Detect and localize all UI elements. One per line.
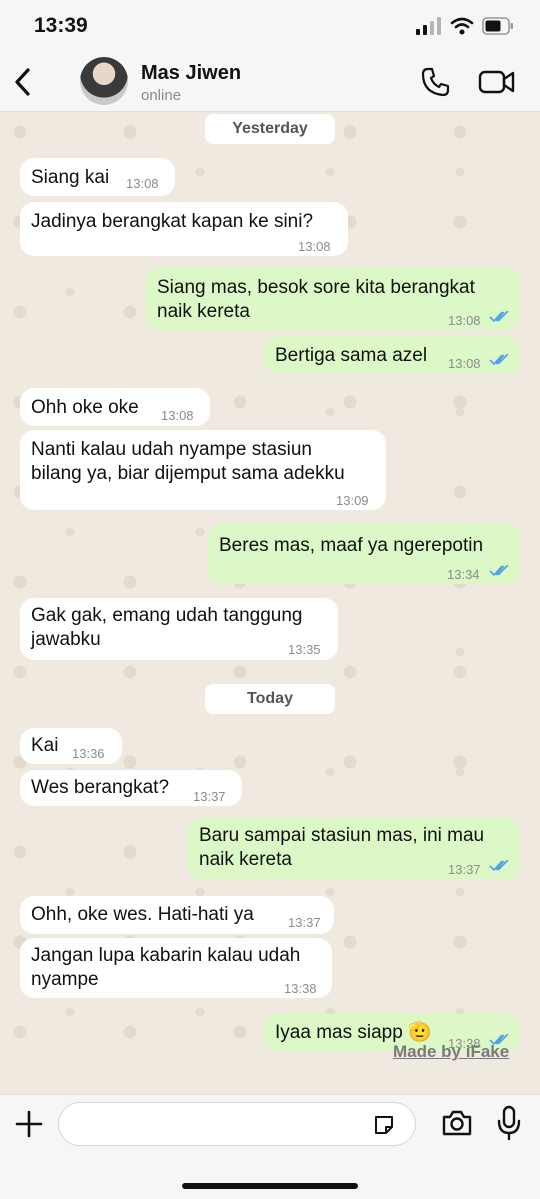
status-time: 13:39 bbox=[34, 14, 88, 37]
message-bubble-in[interactable]: Kai 13:36 bbox=[20, 728, 122, 764]
status-icons bbox=[416, 16, 514, 36]
contact-status: online bbox=[141, 87, 182, 104]
message-text: Gak gak, emang udah tanggung jawabku bbox=[31, 605, 303, 650]
message-bubble-in[interactable]: Ohh, oke wes. Hati-hati ya 13:37 bbox=[20, 896, 334, 934]
message-time: 13:08 bbox=[448, 356, 481, 371]
message-text: Siang mas, besok sore kita berangkat nai… bbox=[157, 277, 475, 322]
message-bubble-out[interactable]: Siang mas, besok sore kita berangkat nai… bbox=[146, 268, 520, 330]
message-text: Bertiga sama azel bbox=[275, 345, 428, 366]
message-time: 13:36 bbox=[72, 746, 105, 761]
avatar[interactable] bbox=[80, 57, 128, 105]
message-bubble-out[interactable]: Bertiga sama azel 13:08 bbox=[264, 336, 520, 374]
message-text: Ohh oke oke bbox=[31, 397, 139, 418]
message-bubble-in[interactable]: Jadinya berangkat kapan ke sini? 13:08 bbox=[20, 202, 348, 256]
message-bubble-in[interactable]: Jangan lupa kabarin kalau udah nyampe 13… bbox=[20, 938, 332, 998]
message-time: 13:08 bbox=[448, 313, 481, 328]
message-time: 13:09 bbox=[336, 493, 369, 508]
message-text: Baru sampai stasiun mas, ini mau naik ke… bbox=[199, 825, 485, 870]
message-time: 13:35 bbox=[288, 642, 321, 657]
message-input[interactable] bbox=[58, 1102, 416, 1146]
date-separator-today: Today bbox=[205, 684, 335, 714]
message-text: Kai bbox=[31, 735, 59, 756]
message-text: Ohh, oke wes. Hati-hati ya bbox=[31, 904, 254, 925]
plus-icon[interactable] bbox=[14, 1109, 44, 1139]
camera-icon[interactable] bbox=[441, 1109, 473, 1137]
message-bubble-in[interactable]: Gak gak, emang udah tanggung jawabku 13:… bbox=[20, 598, 338, 660]
message-text: Jangan lupa kabarin kalau udah nyampe bbox=[31, 945, 301, 990]
message-bubble-out[interactable]: Beres mas, maaf ya ngerepotin 13:34 bbox=[207, 524, 520, 584]
contact-name[interactable]: Mas Jiwen bbox=[141, 62, 241, 85]
signal-icon bbox=[416, 17, 441, 35]
chat-area[interactable]: Yesterday Siang kai 13:08 Jadinya berang… bbox=[0, 112, 540, 1094]
message-text: Siang kai bbox=[31, 167, 110, 188]
read-receipt-icon bbox=[489, 311, 509, 323]
message-time: 13:37 bbox=[288, 915, 321, 930]
message-text: Jadinya berangkat kapan ke sini? bbox=[31, 211, 314, 232]
message-time: 13:08 bbox=[161, 408, 194, 423]
message-time: 13:08 bbox=[126, 176, 159, 191]
chat-header: Mas Jiwen online bbox=[0, 54, 540, 112]
back-chevron-icon[interactable] bbox=[10, 66, 36, 98]
date-separator-yesterday: Yesterday bbox=[205, 114, 335, 144]
wifi-icon bbox=[450, 17, 474, 35]
message-text: Nanti kalau udah nyampe stasiun bilang y… bbox=[31, 439, 345, 484]
watermark: Made by iFake bbox=[393, 1042, 510, 1061]
home-indicator bbox=[182, 1183, 358, 1189]
message-text: Wes berangkat? bbox=[31, 777, 170, 798]
microphone-icon[interactable] bbox=[497, 1105, 521, 1141]
video-call-icon[interactable] bbox=[478, 68, 516, 96]
message-text: Beres mas, maaf ya ngerepotin bbox=[219, 535, 484, 556]
message-bubble-out[interactable]: Baru sampai stasiun mas, ini mau naik ke… bbox=[188, 818, 520, 880]
message-time: 13:37 bbox=[448, 862, 481, 877]
input-bar bbox=[0, 1094, 540, 1199]
message-time: 13:37 bbox=[193, 789, 226, 804]
message-time: 13:38 bbox=[284, 981, 317, 996]
message-bubble-in[interactable]: Ohh oke oke 13:08 bbox=[20, 388, 210, 426]
message-time: 13:34 bbox=[447, 567, 480, 582]
sticker-icon[interactable] bbox=[372, 1113, 396, 1137]
read-receipt-icon bbox=[489, 860, 509, 872]
message-bubble-in[interactable]: Wes berangkat? 13:37 bbox=[20, 770, 242, 806]
read-receipt-icon bbox=[489, 354, 509, 366]
battery-icon bbox=[482, 17, 513, 35]
phone-call-icon[interactable] bbox=[420, 66, 452, 98]
read-receipt-icon bbox=[489, 565, 509, 577]
message-bubble-in[interactable]: Nanti kalau udah nyampe stasiun bilang y… bbox=[20, 430, 386, 510]
message-bubble-in[interactable]: Siang kai 13:08 bbox=[20, 158, 175, 196]
message-time: 13:08 bbox=[298, 239, 331, 254]
status-bar: 13:39 bbox=[0, 0, 540, 54]
